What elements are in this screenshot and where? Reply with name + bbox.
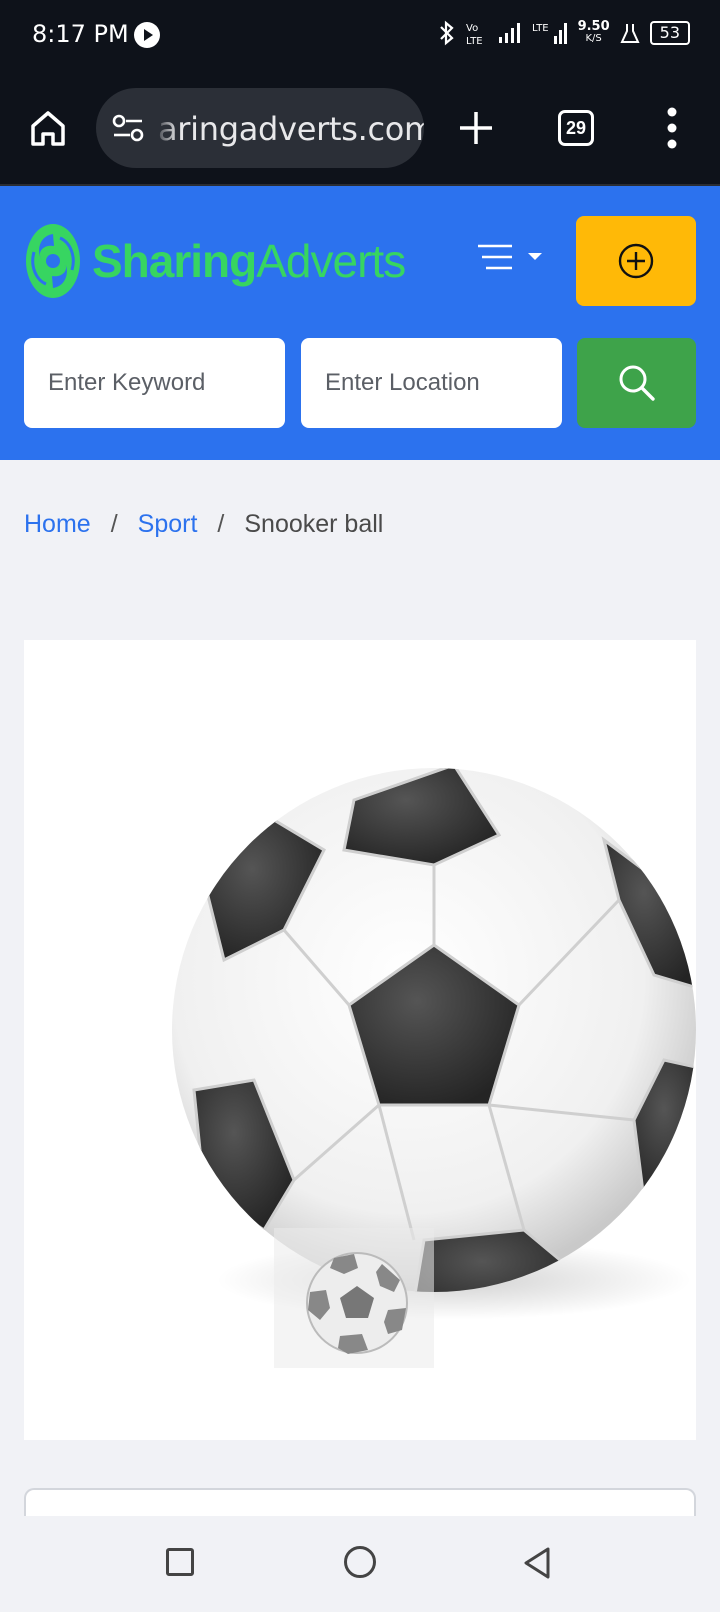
lab-flask-icon xyxy=(620,24,640,43)
status-bar: 8:17 PM Vo LTE LTE 9.50 K/S 53 xyxy=(0,0,720,72)
plus-icon[interactable] xyxy=(456,108,496,148)
site-header: SharingAdverts xyxy=(0,186,720,460)
volte-icon: Vo LTE xyxy=(466,23,483,46)
url-fade xyxy=(154,88,178,168)
status-time: 8:17 PM xyxy=(32,20,129,48)
breadcrumb-separator: / xyxy=(217,510,225,538)
search-icon xyxy=(619,365,655,401)
site-logo[interactable]: SharingAdverts xyxy=(24,222,406,300)
svg-text:LTE: LTE xyxy=(532,23,549,34)
home-icon[interactable] xyxy=(28,108,68,148)
search-bar xyxy=(24,338,696,428)
logo-icon xyxy=(26,224,80,298)
logo-text-primary: Sharing xyxy=(92,235,257,287)
breadcrumb-category[interactable]: Sport xyxy=(138,510,198,539)
signal-icon xyxy=(498,23,520,43)
url-text[interactable]: aringadverts.com xyxy=(158,110,424,148)
address-bar[interactable]: aringadverts.com xyxy=(96,88,424,168)
net-speed-unit: K/S xyxy=(585,33,602,44)
net-speed-value: 9.50 xyxy=(577,19,610,34)
plus-circle-icon xyxy=(618,243,654,279)
lte-signal-icon: LTE xyxy=(532,23,567,44)
svg-text:LTE: LTE xyxy=(466,36,483,46)
site-settings-icon[interactable] xyxy=(112,114,144,142)
home-circle-icon[interactable] xyxy=(344,1546,376,1578)
product-image-soccer-ball[interactable] xyxy=(164,760,696,1300)
breadcrumb-home[interactable]: Home xyxy=(24,510,91,539)
logo-text: SharingAdverts xyxy=(92,234,406,288)
thumbnail-frame[interactable] xyxy=(274,1228,434,1368)
breadcrumb: Home / Sport / Snooker ball xyxy=(24,510,383,539)
post-ad-button[interactable] xyxy=(576,216,696,306)
battery-indicator: 53 xyxy=(649,21,690,45)
back-triangle-icon[interactable] xyxy=(522,1546,552,1580)
browser-toolbar: aringadverts.com 29 xyxy=(0,72,720,186)
product-image-card[interactable] xyxy=(24,640,696,1440)
net-speed: 9.50 K/S xyxy=(577,19,610,45)
keyword-input[interactable] xyxy=(24,338,285,428)
bluetooth-icon xyxy=(439,20,454,46)
tab-switcher-button[interactable]: 29 xyxy=(558,110,594,146)
svg-text:Vo: Vo xyxy=(466,23,478,34)
more-vert-icon[interactable] xyxy=(662,106,682,150)
breadcrumb-separator: / xyxy=(110,510,118,538)
status-indicators: Vo LTE LTE 9.50 K/S 53 xyxy=(438,20,690,46)
logo-text-secondary: Adverts xyxy=(256,235,406,287)
screen-record-icon xyxy=(134,22,160,48)
location-input[interactable] xyxy=(301,338,562,428)
search-button[interactable] xyxy=(577,338,696,428)
thumbnail-soccer-ball[interactable] xyxy=(304,1250,410,1356)
menu-lines-icon[interactable] xyxy=(476,240,546,274)
recent-apps-icon[interactable] xyxy=(166,1548,194,1576)
system-nav-bar xyxy=(0,1516,720,1612)
breadcrumb-current: Snooker ball xyxy=(244,510,384,538)
